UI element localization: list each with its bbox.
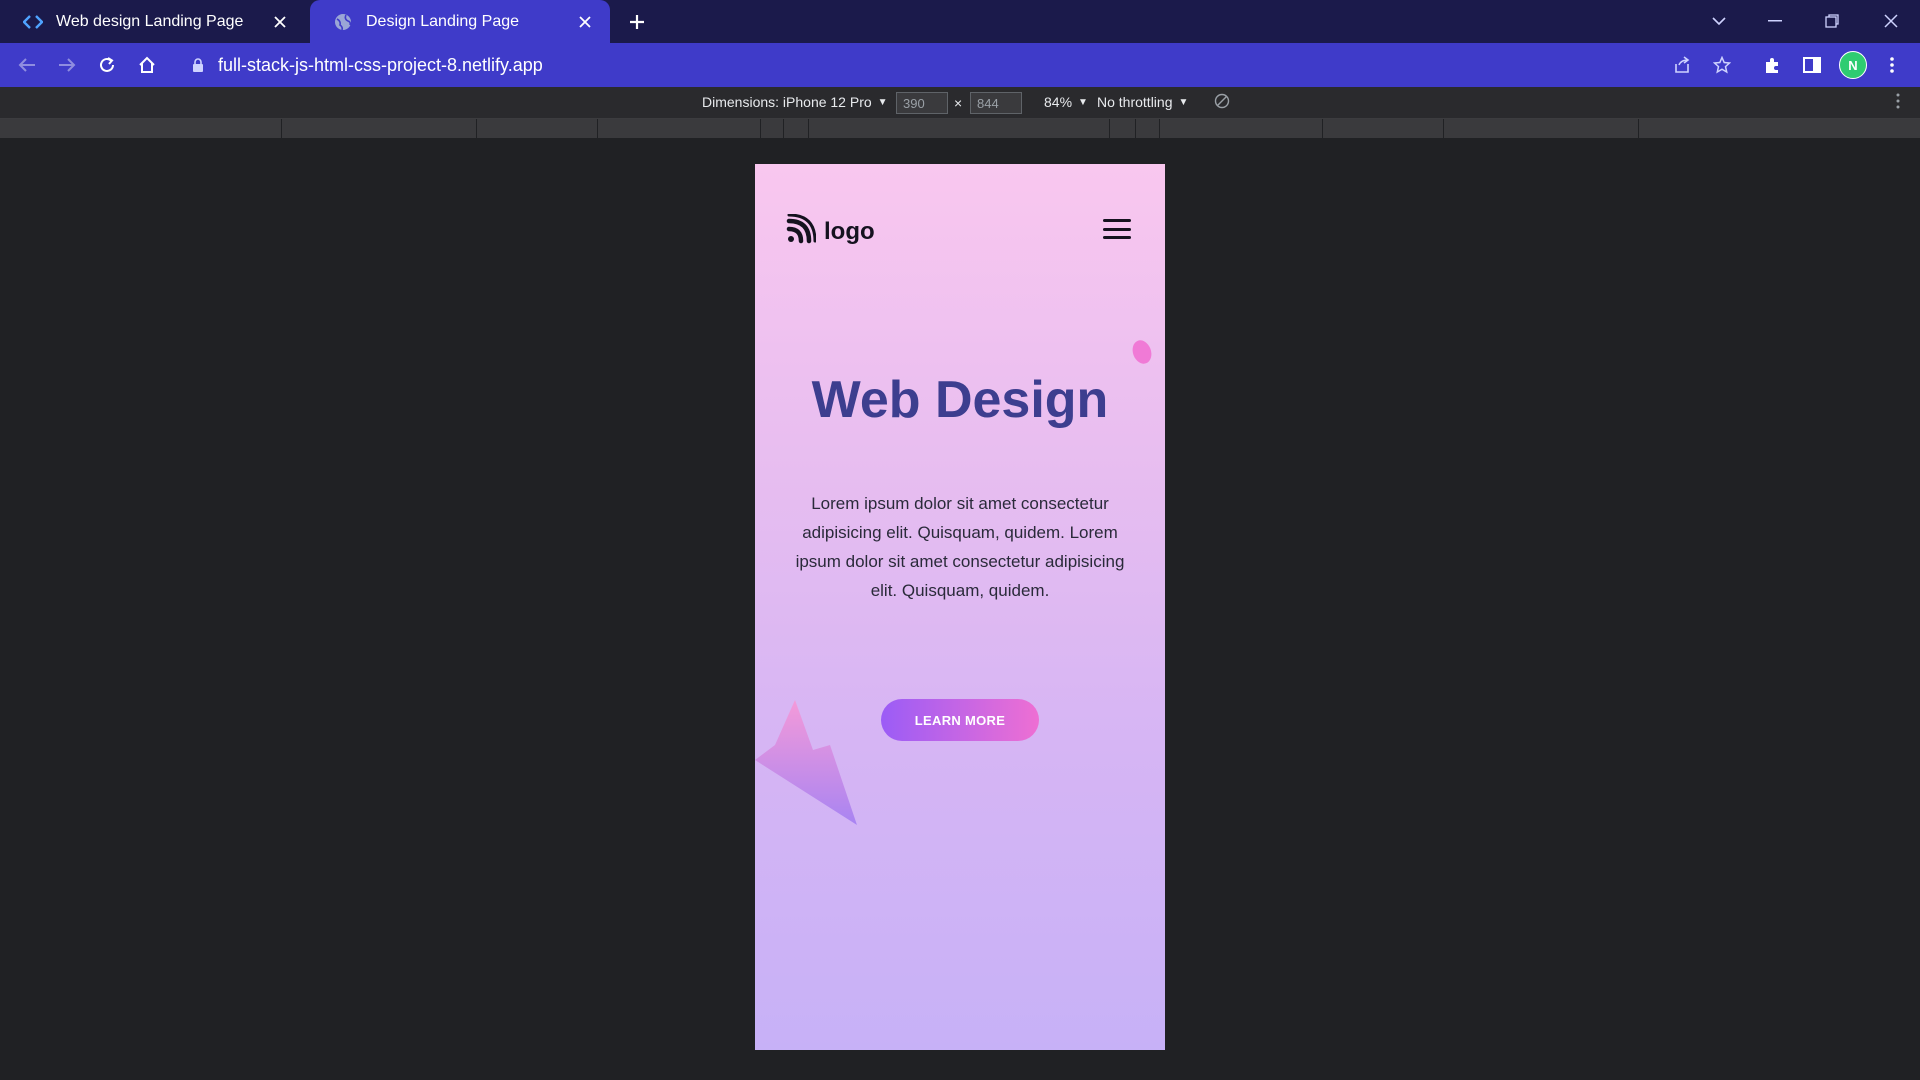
device-width-input[interactable] (896, 92, 948, 114)
back-icon[interactable] (13, 51, 41, 79)
device-toolbar: Dimensions: iPhone 12 Pro ▼ × 84% ▼ No t… (0, 87, 1920, 119)
device-toolbar-more-icon[interactable] (1896, 93, 1900, 109)
dimensions-label: Dimensions: iPhone 12 Pro (702, 94, 872, 110)
menu-kebab-icon[interactable] (1878, 51, 1906, 79)
tab-strip: Web design Landing Page Design Landing P… (0, 0, 1920, 43)
dropdown-caret-icon: ▼ (1078, 96, 1088, 108)
dropdown-caret-icon: ▼ (1178, 96, 1189, 108)
bookmark-star-icon[interactable] (1708, 51, 1736, 79)
decorative-triangle-shape (755, 700, 857, 825)
ruler-segment[interactable] (0, 119, 282, 138)
hamburger-menu-icon[interactable] (1103, 219, 1131, 239)
tab-title: Web design Landing Page (56, 12, 244, 30)
rotate-icon[interactable] (1214, 93, 1230, 109)
hero-text: Lorem ipsum dolor sit amet consectetur a… (795, 494, 1125, 600)
device-height-input[interactable] (970, 92, 1022, 114)
zoom-label: 84% (1044, 94, 1073, 110)
ruler-segment[interactable] (477, 119, 598, 138)
new-tab-button[interactable] (624, 9, 650, 35)
side-panel-icon[interactable] (1798, 51, 1826, 79)
forward-icon[interactable] (53, 51, 81, 79)
device-dimensions-select[interactable]: Dimensions: iPhone 12 Pro ▼ (702, 94, 888, 110)
close-window-icon[interactable] (1874, 6, 1908, 36)
restore-icon[interactable] (1815, 6, 1849, 36)
site-logo[interactable]: logo (786, 213, 875, 249)
extensions-icon[interactable] (1758, 51, 1786, 79)
device-viewport: logo Web Design Lorem ipsum dolor sit am… (755, 164, 1165, 1050)
hero-title: Web Design (811, 371, 1109, 429)
ruler-segment[interactable] (1323, 119, 1444, 138)
minimize-icon[interactable] (1758, 6, 1792, 36)
tab-search-chevron-icon[interactable] (1702, 6, 1736, 36)
share-icon[interactable] (1668, 51, 1696, 79)
learn-more-button[interactable]: LEARN MORE (881, 699, 1039, 741)
profile-avatar[interactable]: N (1839, 51, 1867, 79)
browser-toolbar: full-stack-js-html-css-project-8.netlify… (0, 43, 1920, 87)
throttling-label: No throttling (1097, 94, 1173, 110)
throttling-select[interactable]: No throttling ▼ (1097, 94, 1188, 110)
ruler-segment[interactable] (1639, 119, 1920, 138)
url-text: full-stack-js-html-css-project-8.netlify… (218, 54, 543, 75)
tab-design-landing-page[interactable]: Design Landing Page (310, 0, 610, 43)
ruler-segment[interactable] (1444, 119, 1639, 138)
ruler-segment[interactable] (1110, 119, 1136, 138)
address-bar[interactable]: full-stack-js-html-css-project-8.netlify… (178, 49, 1698, 81)
rss-logo-icon (786, 213, 817, 249)
logo-text: logo (824, 217, 875, 245)
code-icon (22, 11, 44, 33)
decorative-pink-blob (1129, 337, 1155, 367)
ruler-segment[interactable] (598, 119, 761, 138)
close-icon[interactable] (269, 11, 291, 33)
ruler-segment[interactable] (809, 119, 1110, 138)
reload-icon[interactable] (93, 51, 121, 79)
zoom-select[interactable]: 84% ▼ (1044, 94, 1088, 110)
ruler-segment[interactable] (761, 119, 784, 138)
lock-icon[interactable] (190, 57, 206, 73)
ruler-segment[interactable] (282, 119, 477, 138)
ruler-segment[interactable] (784, 119, 809, 138)
tab-web-design-landing-page[interactable]: Web design Landing Page (0, 0, 305, 43)
dropdown-caret-icon: ▼ (877, 96, 888, 108)
ruler-segment[interactable] (1136, 119, 1160, 138)
tab-title: Design Landing Page (366, 12, 520, 30)
dimension-separator: × (954, 95, 963, 111)
ruler-segment[interactable] (1160, 119, 1323, 138)
media-query-ruler[interactable] (0, 119, 1920, 139)
globe-icon (332, 11, 354, 33)
close-icon[interactable] (574, 11, 596, 33)
home-icon[interactable] (133, 51, 161, 79)
